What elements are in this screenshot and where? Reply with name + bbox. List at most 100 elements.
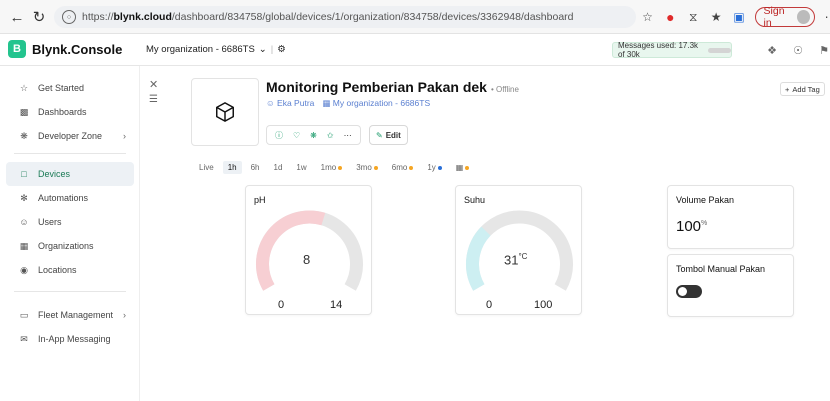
- favorites-icon[interactable]: ★: [709, 9, 724, 25]
- tab-custom-range[interactable]: ▦: [451, 161, 475, 174]
- tab-1w[interactable]: 1w: [291, 161, 311, 174]
- ph-value: 8: [303, 252, 310, 267]
- tab-label: 1d: [273, 163, 283, 172]
- location-icon: ◉: [20, 264, 28, 275]
- org-settings-icon[interactable]: ⚙: [277, 44, 286, 55]
- sidebar-item-users[interactable]: ☺ Users: [6, 210, 134, 234]
- menu-icon[interactable]: ☰: [149, 94, 158, 105]
- premium-dot: [338, 165, 343, 170]
- site-info-icon[interactable]: ○: [62, 10, 76, 24]
- sidebar-item-locations[interactable]: ◉ Locations: [6, 258, 134, 282]
- sidebar-item-label: Fleet Management: [38, 310, 114, 320]
- tab-label: 3mo: [356, 163, 372, 172]
- divider: |: [270, 44, 274, 55]
- bell-icon[interactable]: ♡: [293, 131, 300, 140]
- sidebar-item-label: Get Started: [38, 83, 85, 93]
- sidebar-item-label: Automations: [38, 193, 89, 203]
- manual-feed-toggle[interactable]: [676, 285, 702, 298]
- address-bar[interactable]: ○ https://blynk.cloud/dashboard/834758/g…: [54, 6, 636, 28]
- sidebar-item-devices[interactable]: □ Devices: [6, 162, 134, 186]
- sparkle-icon[interactable]: ✩: [327, 131, 334, 140]
- device-status: • Offline: [490, 85, 519, 94]
- sidebar: ☆ Get Started ▩ Dashboards ❋ Developer Zone…: [0, 66, 140, 401]
- tab-3mo[interactable]: 3mo: [351, 161, 383, 174]
- url-prefix: https://: [82, 11, 114, 23]
- profile-avatar-icon: [797, 10, 811, 24]
- premium-dot: [437, 165, 442, 170]
- chevron-right-icon: ›: [123, 310, 126, 320]
- sidebar-divider: [14, 153, 126, 154]
- device-org-link[interactable]: ▦ My organization - 6686TS: [322, 98, 430, 109]
- suhu-gauge-arc: [466, 210, 573, 291]
- tab-label: 1w: [296, 163, 307, 172]
- device-header: Monitoring Pemberian Pakan dek • Offline: [266, 79, 519, 95]
- suhu-min: 0: [486, 299, 493, 311]
- widget-suhu-gauge[interactable]: Suhu 31°C 0 100: [455, 185, 582, 315]
- cube-icon: [216, 102, 234, 122]
- sidebar-item-in-app-messaging[interactable]: ✉ In-App Messaging: [6, 327, 134, 351]
- tab-6mo[interactable]: 6mo: [387, 161, 419, 174]
- reload-icon[interactable]: ↻: [28, 6, 50, 28]
- tab-live[interactable]: Live: [194, 161, 219, 174]
- extensions-icon[interactable]: ⧖: [686, 9, 701, 25]
- device-image[interactable]: [191, 78, 259, 146]
- tab-label: 6mo: [391, 163, 408, 172]
- wrench-icon[interactable]: ❋: [310, 131, 317, 140]
- volume-value: 100%: [676, 218, 707, 235]
- widget-tombol-manual-pakan: Tombol Manual Pakan: [667, 254, 794, 317]
- sidebar-item-get-started[interactable]: ☆ Get Started: [6, 76, 134, 100]
- close-icon[interactable]: ✕: [149, 78, 158, 91]
- device-toolbar: ⓘ ♡ ❋ ✩ ⋯: [266, 125, 361, 145]
- ph-gauge-arc: [256, 210, 363, 291]
- sidebar-item-dashboards[interactable]: ▩ Dashboards: [6, 100, 134, 124]
- widget-title: Tombol Manual Pakan: [676, 264, 766, 274]
- ph-min: 0: [278, 299, 285, 311]
- messages-usage-bar: [707, 47, 731, 53]
- add-tag-button[interactable]: + Add Tag: [780, 82, 825, 96]
- messages-usage[interactable]: Messages used: 17.3k of 30k: [612, 41, 732, 59]
- sidebar-item-developer-zone[interactable]: ❋ Developer Zone ›: [6, 124, 134, 148]
- megaphone-icon[interactable]: ❖: [764, 42, 780, 58]
- fleet-icon: ▭: [19, 309, 29, 320]
- device-name: Monitoring Pemberian Pakan dek: [266, 79, 487, 95]
- widget-ph-gauge[interactable]: pH 8 0 14: [245, 185, 372, 315]
- edit-icon: ✎: [376, 130, 383, 140]
- device-meta: ☺ Eka Putra ▦ My organization - 6686TS: [266, 98, 430, 109]
- device-icon: □: [21, 169, 27, 179]
- tab-1h[interactable]: 1h: [222, 161, 242, 174]
- tab-1mo[interactable]: 1mo: [316, 161, 348, 174]
- time-range-tabs: Live 1h 6h 1d 1w 1mo 3mo 6mo 1y ▦: [194, 161, 474, 174]
- collections-icon[interactable]: ▣: [732, 9, 747, 25]
- ph-value-text: 8: [303, 252, 311, 267]
- signin-button[interactable]: Sign in: [754, 5, 816, 29]
- device-owner-link[interactable]: ☺ Eka Putra: [266, 98, 314, 109]
- tab-label: 1y: [427, 163, 436, 172]
- tab-6h[interactable]: 6h: [246, 161, 265, 174]
- tab-1y[interactable]: 1y: [422, 161, 446, 174]
- widget-volume-pakan[interactable]: Volume Pakan 100%: [667, 185, 794, 249]
- org-selector[interactable]: My organization - 6686TS ⌄ | ⚙: [146, 44, 286, 55]
- more-options-icon[interactable]: ⋯: [823, 9, 830, 25]
- browser-actions: ☆ ● ⧖ ★ ▣ Sign in ⋯ ✦: [640, 5, 830, 29]
- message-icon: ✉: [20, 333, 28, 344]
- edit-button[interactable]: ✎ Edit: [369, 125, 408, 145]
- sidebar-item-fleet-management[interactable]: ▭ Fleet Management ›: [6, 303, 134, 327]
- premium-dot: [373, 165, 378, 170]
- back-arrow-icon[interactable]: ←: [6, 6, 28, 28]
- sidebar-item-organizations[interactable]: ▦ Organizations: [6, 234, 134, 258]
- help-icon[interactable]: ☉: [790, 42, 806, 58]
- extension-record-icon[interactable]: ●: [663, 9, 678, 25]
- device-status-text: Offline: [495, 85, 519, 94]
- sidebar-item-automations[interactable]: ✻ Automations: [6, 186, 134, 210]
- device-organization: My organization - 6686TS: [332, 98, 431, 108]
- tab-label: Live: [199, 163, 214, 172]
- info-icon[interactable]: ⓘ: [275, 130, 283, 141]
- notifications-icon[interactable]: ⚑: [816, 42, 830, 58]
- signin-label: Sign in: [763, 5, 785, 29]
- star-bookmark-icon[interactable]: ☆: [640, 9, 655, 25]
- premium-dot: [465, 165, 470, 170]
- more-icon[interactable]: ⋯: [344, 131, 352, 140]
- volume-value-text: 100: [676, 218, 702, 235]
- app-logo[interactable]: B Blynk.Console: [8, 40, 122, 58]
- tab-1d[interactable]: 1d: [269, 161, 288, 174]
